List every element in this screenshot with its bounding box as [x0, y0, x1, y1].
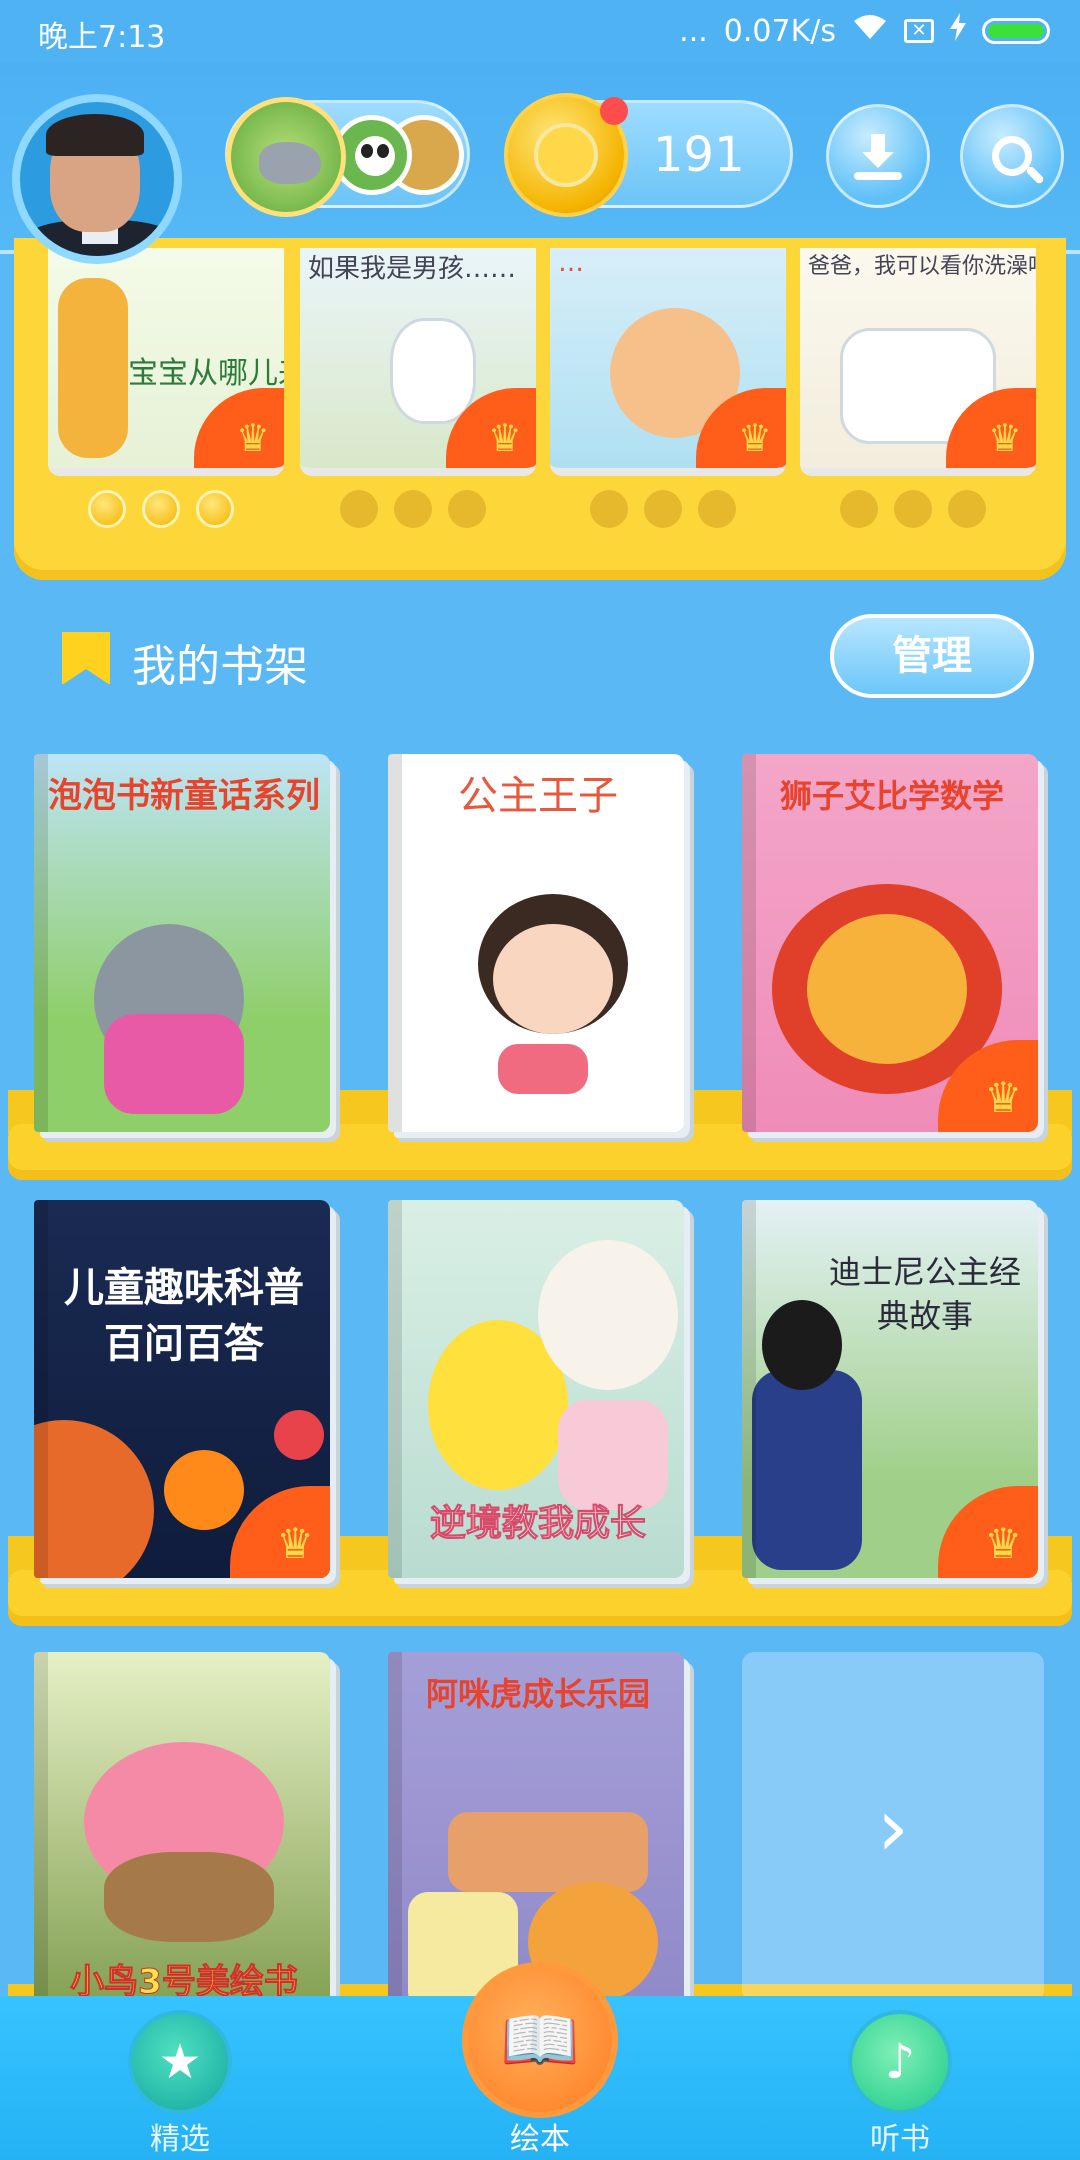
sim-off-icon: ✕ [904, 19, 934, 43]
charging-icon [950, 13, 966, 49]
open-book-icon: 📖 [462, 1962, 618, 2118]
download-button[interactable] [826, 104, 930, 208]
shelf-plank [8, 1124, 1072, 1180]
coin-rating [590, 490, 736, 528]
vip-crown-icon [938, 1486, 1038, 1578]
download-icon [854, 134, 902, 180]
recommended-book[interactable]: … [550, 248, 786, 476]
tab-picture-book[interactable]: 📖 绘本 [440, 1962, 640, 2160]
coin-rating [340, 490, 486, 528]
coin-count: 191 [653, 127, 745, 183]
recommended-shelf: 宝宝从哪儿来 如果我是男孩…… … 爸爸，我可以看你洗澡吗？ [14, 238, 1066, 580]
avatar-hair [46, 114, 144, 156]
rhino-character-icon [226, 97, 346, 217]
music-note-icon: ♪ [848, 2010, 952, 2114]
coin-dot-icon [88, 490, 126, 528]
status-bar: 晚上7:13 ... 0.07K/s ✕ [0, 0, 1080, 62]
battery-icon [982, 18, 1050, 44]
bookmark-icon [62, 632, 110, 685]
search-button[interactable] [960, 104, 1064, 208]
status-time: 晚上7:13 [38, 20, 166, 55]
shelf-book[interactable]: 狮子艾比学数学 [742, 754, 1038, 1132]
shelf-book[interactable]: 儿童趣味科普百问百答 [34, 1200, 330, 1578]
search-icon [992, 136, 1032, 176]
recommended-book-title: 爸爸，我可以看你洗澡吗？ [808, 254, 1036, 279]
shelf-book[interactable]: 公主王子 [388, 754, 684, 1132]
coin-dot-icon [142, 490, 180, 528]
recommended-book-title: 宝宝从哪儿来 [128, 356, 284, 391]
manage-button[interactable]: 管理 [830, 614, 1034, 698]
shelf-plank [8, 1570, 1072, 1626]
tab-label: 精选 [150, 2122, 210, 2157]
tab-audiobook[interactable]: ♪ 听书 [800, 1996, 1000, 2160]
featured-star-icon: ★ [128, 2010, 232, 2114]
recommended-book-title: 如果我是男孩…… [308, 254, 517, 284]
notification-dot [600, 97, 628, 125]
friends-pill[interactable] [225, 97, 470, 217]
coin-rating [88, 490, 234, 528]
tab-label: 听书 [870, 2122, 930, 2157]
book-title: 狮子艾比学数学 [779, 777, 1004, 815]
bottom-tab-bar: ★ 精选 📖 绘本 ♪ 听书 [0, 1962, 1080, 2160]
recommended-book[interactable]: 爸爸，我可以看你洗澡吗？ [800, 248, 1036, 476]
coin-rating [840, 490, 986, 528]
recommended-book-title: … [558, 248, 584, 278]
book-title: 阿咪虎成长乐园 [425, 1675, 650, 1713]
shelf-title: 我的书架 [132, 641, 308, 692]
top-header: 191 [0, 62, 1080, 264]
book-title: 儿童趣味科普百问百答 [64, 1265, 304, 1367]
wifi-icon [852, 13, 888, 49]
tab-label: 绘本 [510, 2122, 570, 2157]
shelf-book[interactable]: 小鸟3号美绘书 [34, 1652, 330, 2030]
recommended-book[interactable]: 宝宝从哪儿来 [48, 248, 284, 476]
shelf-book[interactable]: 逆境教我成长 [388, 1200, 684, 1578]
shelf-book[interactable]: 迪士尼公主经典故事 [742, 1200, 1038, 1578]
book-title: 逆境教我成长 [429, 1503, 646, 1545]
signal-dots-icon: ... [679, 13, 708, 49]
user-avatar[interactable] [12, 94, 182, 264]
network-speed: 0.07K/s [723, 13, 836, 49]
book-title: 泡泡书新童话系列 [48, 776, 320, 816]
coin-dot-icon [196, 490, 234, 528]
recommended-book[interactable]: 如果我是男孩…… [300, 248, 536, 476]
tab-featured[interactable]: ★ 精选 [80, 1996, 280, 2160]
book-title: 迪士尼公主经典故事 [828, 1253, 1021, 1335]
more-books-button[interactable]: › [742, 1652, 1044, 2002]
coin-pill[interactable]: 191 [504, 93, 793, 217]
shelf-book[interactable]: 泡泡书新童话系列 [34, 754, 330, 1132]
vip-crown-icon [230, 1486, 330, 1578]
status-indicators: ... 0.07K/s ✕ [679, 10, 1050, 52]
book-title: 公主王子 [458, 773, 618, 819]
